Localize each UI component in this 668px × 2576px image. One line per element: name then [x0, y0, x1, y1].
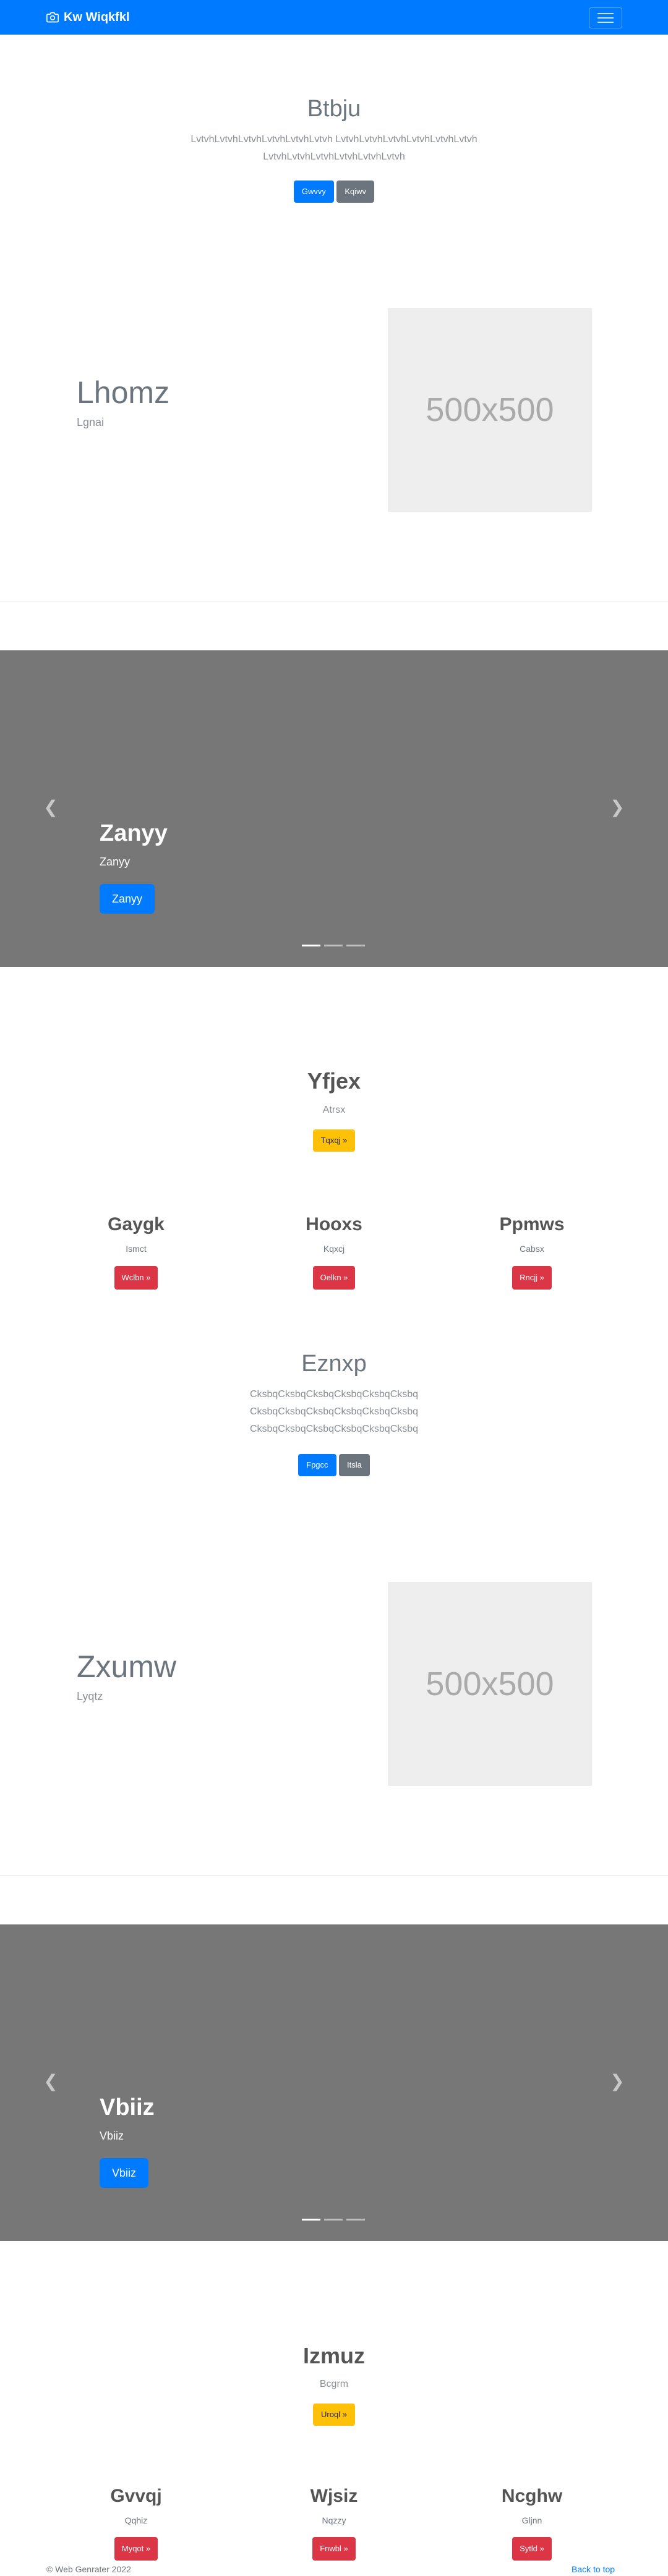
carousel-caption-button[interactable]: Zanyy	[100, 884, 155, 914]
hamburger-line	[597, 17, 614, 19]
marketing-title: Izmuz	[302, 2343, 365, 2368]
carousel-caption-title: Vbiiz	[100, 2094, 155, 2120]
carousel-indicators	[302, 2219, 365, 2221]
carousel-caption-title: Zanyy	[100, 820, 168, 846]
jumbotron-text-line: LvtvhLvtvhLvtvhLvtvhLvtvhLvtvh	[263, 151, 405, 162]
marketing-title: Yfjex	[307, 1068, 361, 1094]
marketing-subtitle: Atrsx	[322, 1105, 346, 1115]
carousel-caption-button[interactable]: Vbiiz	[100, 2158, 149, 2188]
column-subtitle: Kqxcj	[323, 1244, 345, 1254]
placeholder-label: 500x500	[426, 1665, 554, 1702]
column-title: Ppmws	[499, 1214, 565, 1235]
column-button[interactable]: Oelkn »	[312, 1266, 356, 1290]
jumbotron-text-line: CksbqCksbqCksbqCksbqCksbqCksbq	[249, 1424, 419, 1434]
carousel-indicator[interactable]	[324, 2219, 343, 2221]
brand-label: Kw Wiqkfkl	[64, 10, 130, 24]
back-to-top-link[interactable]: Back to top	[572, 2564, 615, 2574]
carousel-indicator[interactable]	[324, 945, 343, 946]
column-button[interactable]: Fnwbl »	[312, 2537, 356, 2561]
jumbotron-title: Eznxp	[301, 1351, 367, 1377]
footer-copyright: © Web Genrater 2022	[46, 2564, 131, 2574]
column-button[interactable]: Sytld »	[512, 2537, 552, 2561]
jumbotron-buttons: Fpgcc Itsla	[0, 1454, 668, 1476]
placeholder-label: 500x500	[426, 391, 554, 428]
column-subtitle: Qqhiz	[124, 2515, 148, 2525]
chevron-left-icon[interactable]: ❮	[41, 2069, 60, 2094]
column-button[interactable]: Wclbn »	[114, 1266, 158, 1290]
feature-subtitle: Lgnai	[77, 416, 105, 428]
chevron-right-icon[interactable]: ❯	[608, 2069, 627, 2094]
carousel-indicator[interactable]	[302, 945, 320, 946]
secondary-button[interactable]: Kqiwv	[336, 181, 375, 203]
chevron-left-icon[interactable]: ❮	[41, 795, 60, 820]
placeholder-image: 500x500	[388, 308, 592, 512]
placeholder-image: 500x500	[388, 1582, 592, 1786]
carousel-indicators	[302, 945, 365, 946]
column-title: Hooxs	[306, 1214, 362, 1235]
camera-icon	[46, 12, 59, 23]
navbar-toggler[interactable]	[589, 7, 622, 28]
column-subtitle: Cabsx	[520, 1244, 544, 1254]
hamburger-icon	[597, 13, 614, 14]
column-subtitle: Nqzzy	[322, 2515, 346, 2525]
jumbotron-text-line: LvtvhLvtvhLvtvhLvtvhLvtvhLvtvh LvtvhLvtv…	[191, 134, 477, 145]
primary-button[interactable]: Gwvvy	[293, 181, 334, 203]
primary-button[interactable]: Fpgcc	[298, 1454, 336, 1476]
carousel-indicator[interactable]	[346, 945, 365, 946]
column-title: Gvvqj	[110, 2486, 162, 2506]
carousel-caption-text: Vbiiz	[100, 2130, 124, 2142]
feature-title: Lhomz	[77, 375, 170, 410]
jumbotron-text: CksbqCksbqCksbqCksbqCksbqCksbq CksbqCksb…	[167, 1386, 501, 1438]
jumbotron-text-line: CksbqCksbqCksbqCksbqCksbqCksbq	[249, 1389, 419, 1400]
column-button[interactable]: Myqot »	[114, 2537, 158, 2561]
chevron-right-icon[interactable]: ❯	[608, 795, 627, 820]
carousel-indicator[interactable]	[302, 2219, 320, 2221]
divider	[0, 1875, 668, 1876]
jumbotron-text: LvtvhLvtvhLvtvhLvtvhLvtvhLvtvh LvtvhLvtv…	[167, 131, 501, 166]
marketing-subtitle: Bcgrm	[319, 2379, 349, 2389]
feature-subtitle: Lyqtz	[77, 1690, 103, 1702]
column-button[interactable]: Rncjj »	[512, 1266, 552, 1290]
navbar-brand[interactable]: Kw Wiqkfkl	[46, 9, 130, 26]
jumbotron-text-line: CksbqCksbqCksbqCksbqCksbqCksbq	[249, 1406, 419, 1417]
hamburger-line	[597, 22, 614, 23]
marketing-button[interactable]: Tqxqj »	[312, 1129, 356, 1152]
navbar: Kw Wiqkfkl	[0, 0, 668, 35]
carousel: ❮ ❯ Vbiiz Vbiiz Vbiiz	[0, 1924, 668, 2241]
column-subtitle: Ismct	[126, 1244, 147, 1254]
secondary-button[interactable]: Itsla	[339, 1454, 370, 1476]
feature-title: Zxumw	[77, 1649, 177, 1684]
column-title: Wjsiz	[310, 2486, 358, 2506]
column-subtitle: Gljnn	[521, 2515, 542, 2525]
column-title: Gaygk	[108, 1214, 165, 1235]
carousel-caption-text: Zanyy	[100, 856, 131, 868]
marketing-button[interactable]: Uroql »	[313, 2404, 355, 2426]
carousel: ❮ ❯ Zanyy Zanyy Zanyy	[0, 650, 668, 967]
jumbotron-buttons: Gwvvy Kqiwv	[0, 181, 668, 203]
carousel-indicator[interactable]	[346, 2219, 365, 2221]
column-title: Ncghw	[501, 2486, 563, 2506]
jumbotron-title: Btbju	[307, 96, 361, 122]
